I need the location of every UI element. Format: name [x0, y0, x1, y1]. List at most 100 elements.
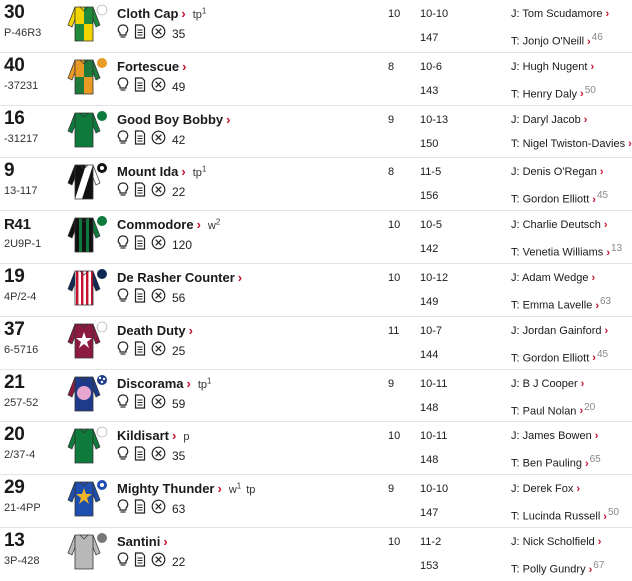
horse-name-link[interactable]: Death Duty: [117, 323, 186, 338]
lightbulb-icon[interactable]: [117, 393, 129, 414]
form-guide-icon[interactable]: [134, 288, 146, 308]
days-since-run-icon[interactable]: [151, 130, 166, 150]
lightbulb-icon[interactable]: [117, 182, 129, 202]
jockey-line[interactable]: J: Adam Wedge ›: [511, 272, 595, 284]
chevron-right-icon[interactable]: ›: [172, 428, 176, 443]
jockey-name[interactable]: J: Charlie Deutsch: [511, 219, 601, 231]
chevron-right-icon[interactable]: ›: [238, 270, 242, 285]
horse-name-link[interactable]: Cloth Cap: [117, 6, 178, 21]
chevron-right-icon[interactable]: ›: [592, 194, 596, 206]
trainer-line[interactable]: T: Gordon Elliott ›45: [511, 190, 608, 206]
jockey-line[interactable]: J: Jordan Gainford ›: [511, 325, 608, 337]
days-since-run-icon[interactable]: [151, 288, 166, 308]
chevron-right-icon[interactable]: ›: [585, 458, 589, 470]
jockey-line[interactable]: J: Tom Scudamore ›: [511, 8, 609, 20]
trainer-line[interactable]: T: Jonjo O'Neill ›46: [511, 32, 603, 48]
chevron-right-icon[interactable]: ›: [606, 247, 610, 259]
lightbulb-icon[interactable]: [117, 499, 129, 519]
runner-row[interactable]: 21 257-52 Discorama › tp1 59 9 10-11 148 J: B J …: [0, 370, 632, 423]
days-since-run-icon[interactable]: [151, 341, 166, 361]
chevron-right-icon[interactable]: ›: [628, 138, 632, 150]
lightbulb-icon[interactable]: [117, 235, 129, 255]
chevron-right-icon[interactable]: ›: [580, 88, 584, 100]
horse-name-link[interactable]: Discorama: [117, 376, 183, 391]
jockey-name[interactable]: J: Daryl Jacob: [511, 114, 581, 126]
chevron-right-icon[interactable]: ›: [606, 8, 610, 20]
jockey-line[interactable]: J: B J Cooper ›: [511, 378, 584, 390]
trainer-name[interactable]: T: Jonjo O'Neill: [511, 36, 584, 48]
trainer-line[interactable]: T: Polly Gundry ›67: [511, 560, 604, 576]
horse-name-link[interactable]: Fortescue: [117, 59, 179, 74]
trainer-name[interactable]: T: Paul Nolan: [511, 405, 576, 417]
form-guide-icon[interactable]: [134, 446, 146, 466]
jockey-name[interactable]: J: Hugh Nugent: [511, 61, 587, 73]
chevron-right-icon[interactable]: ›: [581, 378, 585, 390]
days-since-run-icon[interactable]: [151, 235, 166, 255]
runner-row[interactable]: 19 4P/2-4 De Rasher Counter › 56 10 10-12 149 J…: [0, 264, 632, 317]
form-guide-icon[interactable]: [134, 24, 146, 44]
days-since-run-icon[interactable]: [151, 24, 166, 44]
trainer-line[interactable]: T: Lucinda Russell ›50: [511, 507, 619, 523]
trainer-name[interactable]: T: Henry Daly: [511, 88, 577, 100]
chevron-right-icon[interactable]: ›: [576, 483, 580, 495]
form-guide-icon[interactable]: [134, 393, 146, 414]
chevron-right-icon[interactable]: ›: [163, 534, 167, 549]
trainer-name[interactable]: T: Gordon Elliott: [511, 352, 589, 364]
chevron-right-icon[interactable]: ›: [218, 481, 222, 496]
chevron-right-icon[interactable]: ›: [226, 112, 230, 127]
days-since-run-icon[interactable]: [151, 77, 166, 97]
form-guide-icon[interactable]: [134, 182, 146, 202]
form-guide-icon[interactable]: [134, 129, 146, 150]
jockey-name[interactable]: J: Derek Fox: [511, 483, 573, 495]
lightbulb-icon[interactable]: [117, 129, 129, 150]
form-guide-icon[interactable]: [134, 552, 146, 572]
trainer-line[interactable]: T: Paul Nolan ›20: [511, 402, 595, 418]
runner-row[interactable]: 40 -37231 Fortescue › 49 8 10-6 143 J: Hugh Nug…: [0, 53, 632, 106]
chevron-right-icon[interactable]: ›: [579, 405, 583, 417]
jockey-name[interactable]: J: Nick Scholfield: [511, 536, 595, 548]
chevron-right-icon[interactable]: ›: [592, 352, 596, 364]
horse-name-link[interactable]: Commodore: [117, 217, 194, 232]
jockey-line[interactable]: J: Daryl Jacob ›: [511, 114, 587, 126]
trainer-name[interactable]: T: Ben Pauling: [511, 458, 582, 470]
chevron-right-icon[interactable]: ›: [595, 300, 599, 312]
chevron-right-icon[interactable]: ›: [584, 114, 588, 126]
chevron-right-icon[interactable]: ›: [590, 61, 594, 73]
trainer-line[interactable]: T: Emma Lavelle ›63: [511, 296, 611, 312]
chevron-right-icon[interactable]: ›: [189, 323, 193, 338]
horse-name-link[interactable]: Santini: [117, 534, 160, 549]
horse-name-link[interactable]: Mount Ida: [117, 164, 178, 179]
runner-row[interactable]: 13 3P-428 Santini › 22 10 11-2 153 J: Nick Scho…: [0, 528, 632, 581]
trainer-name[interactable]: T: Polly Gundry: [511, 564, 586, 576]
chevron-right-icon[interactable]: ›: [181, 164, 185, 179]
chevron-right-icon[interactable]: ›: [600, 166, 604, 178]
lightbulb-icon[interactable]: [117, 446, 129, 466]
days-since-run-icon[interactable]: [151, 182, 166, 202]
jockey-line[interactable]: J: James Bowen ›: [511, 430, 598, 442]
jockey-line[interactable]: J: Derek Fox ›: [511, 483, 580, 495]
trainer-line[interactable]: T: Venetia Williams ›13: [511, 243, 622, 259]
runner-row[interactable]: R41 2U9P-1 Commodore › w2 120 10 10-5 142 J: Cha…: [0, 211, 632, 264]
chevron-right-icon[interactable]: ›: [182, 59, 186, 74]
runner-row[interactable]: 29 21-4PP Mighty Thunder › w1 tp 63 9 10-10 147 J…: [0, 475, 632, 528]
chevron-right-icon[interactable]: ›: [604, 219, 608, 231]
form-guide-icon[interactable]: [134, 235, 146, 255]
runner-row[interactable]: 30 P-46R3 Cloth Cap › tp1 35 10 10-10 147 J: Tom…: [0, 0, 632, 53]
trainer-name[interactable]: T: Lucinda Russell: [511, 511, 600, 523]
lightbulb-icon[interactable]: [117, 552, 129, 572]
days-since-run-icon[interactable]: [151, 552, 166, 572]
jockey-name[interactable]: J: Denis O'Regan: [511, 166, 597, 178]
trainer-name[interactable]: T: Emma Lavelle: [511, 300, 592, 312]
runner-row[interactable]: 9 13-117 Mount Ida › tp1 22 8 11-5 156 J: Denis …: [0, 158, 632, 212]
horse-name-link[interactable]: De Rasher Counter: [117, 270, 235, 285]
horse-name-link[interactable]: Kildisart: [117, 428, 169, 443]
chevron-right-icon[interactable]: ›: [598, 536, 602, 548]
chevron-right-icon[interactable]: ›: [605, 325, 609, 337]
days-since-run-icon[interactable]: [151, 446, 166, 466]
chevron-right-icon[interactable]: ›: [603, 511, 607, 523]
runner-row[interactable]: 20 2/37-4 Kildisart › p 35 10 10-11 148 J: James…: [0, 422, 632, 476]
trainer-name[interactable]: T: Gordon Elliott: [511, 194, 589, 206]
chevron-right-icon[interactable]: ›: [181, 6, 185, 21]
horse-name-link[interactable]: Good Boy Bobby: [117, 112, 223, 127]
chevron-right-icon[interactable]: ›: [591, 272, 595, 284]
